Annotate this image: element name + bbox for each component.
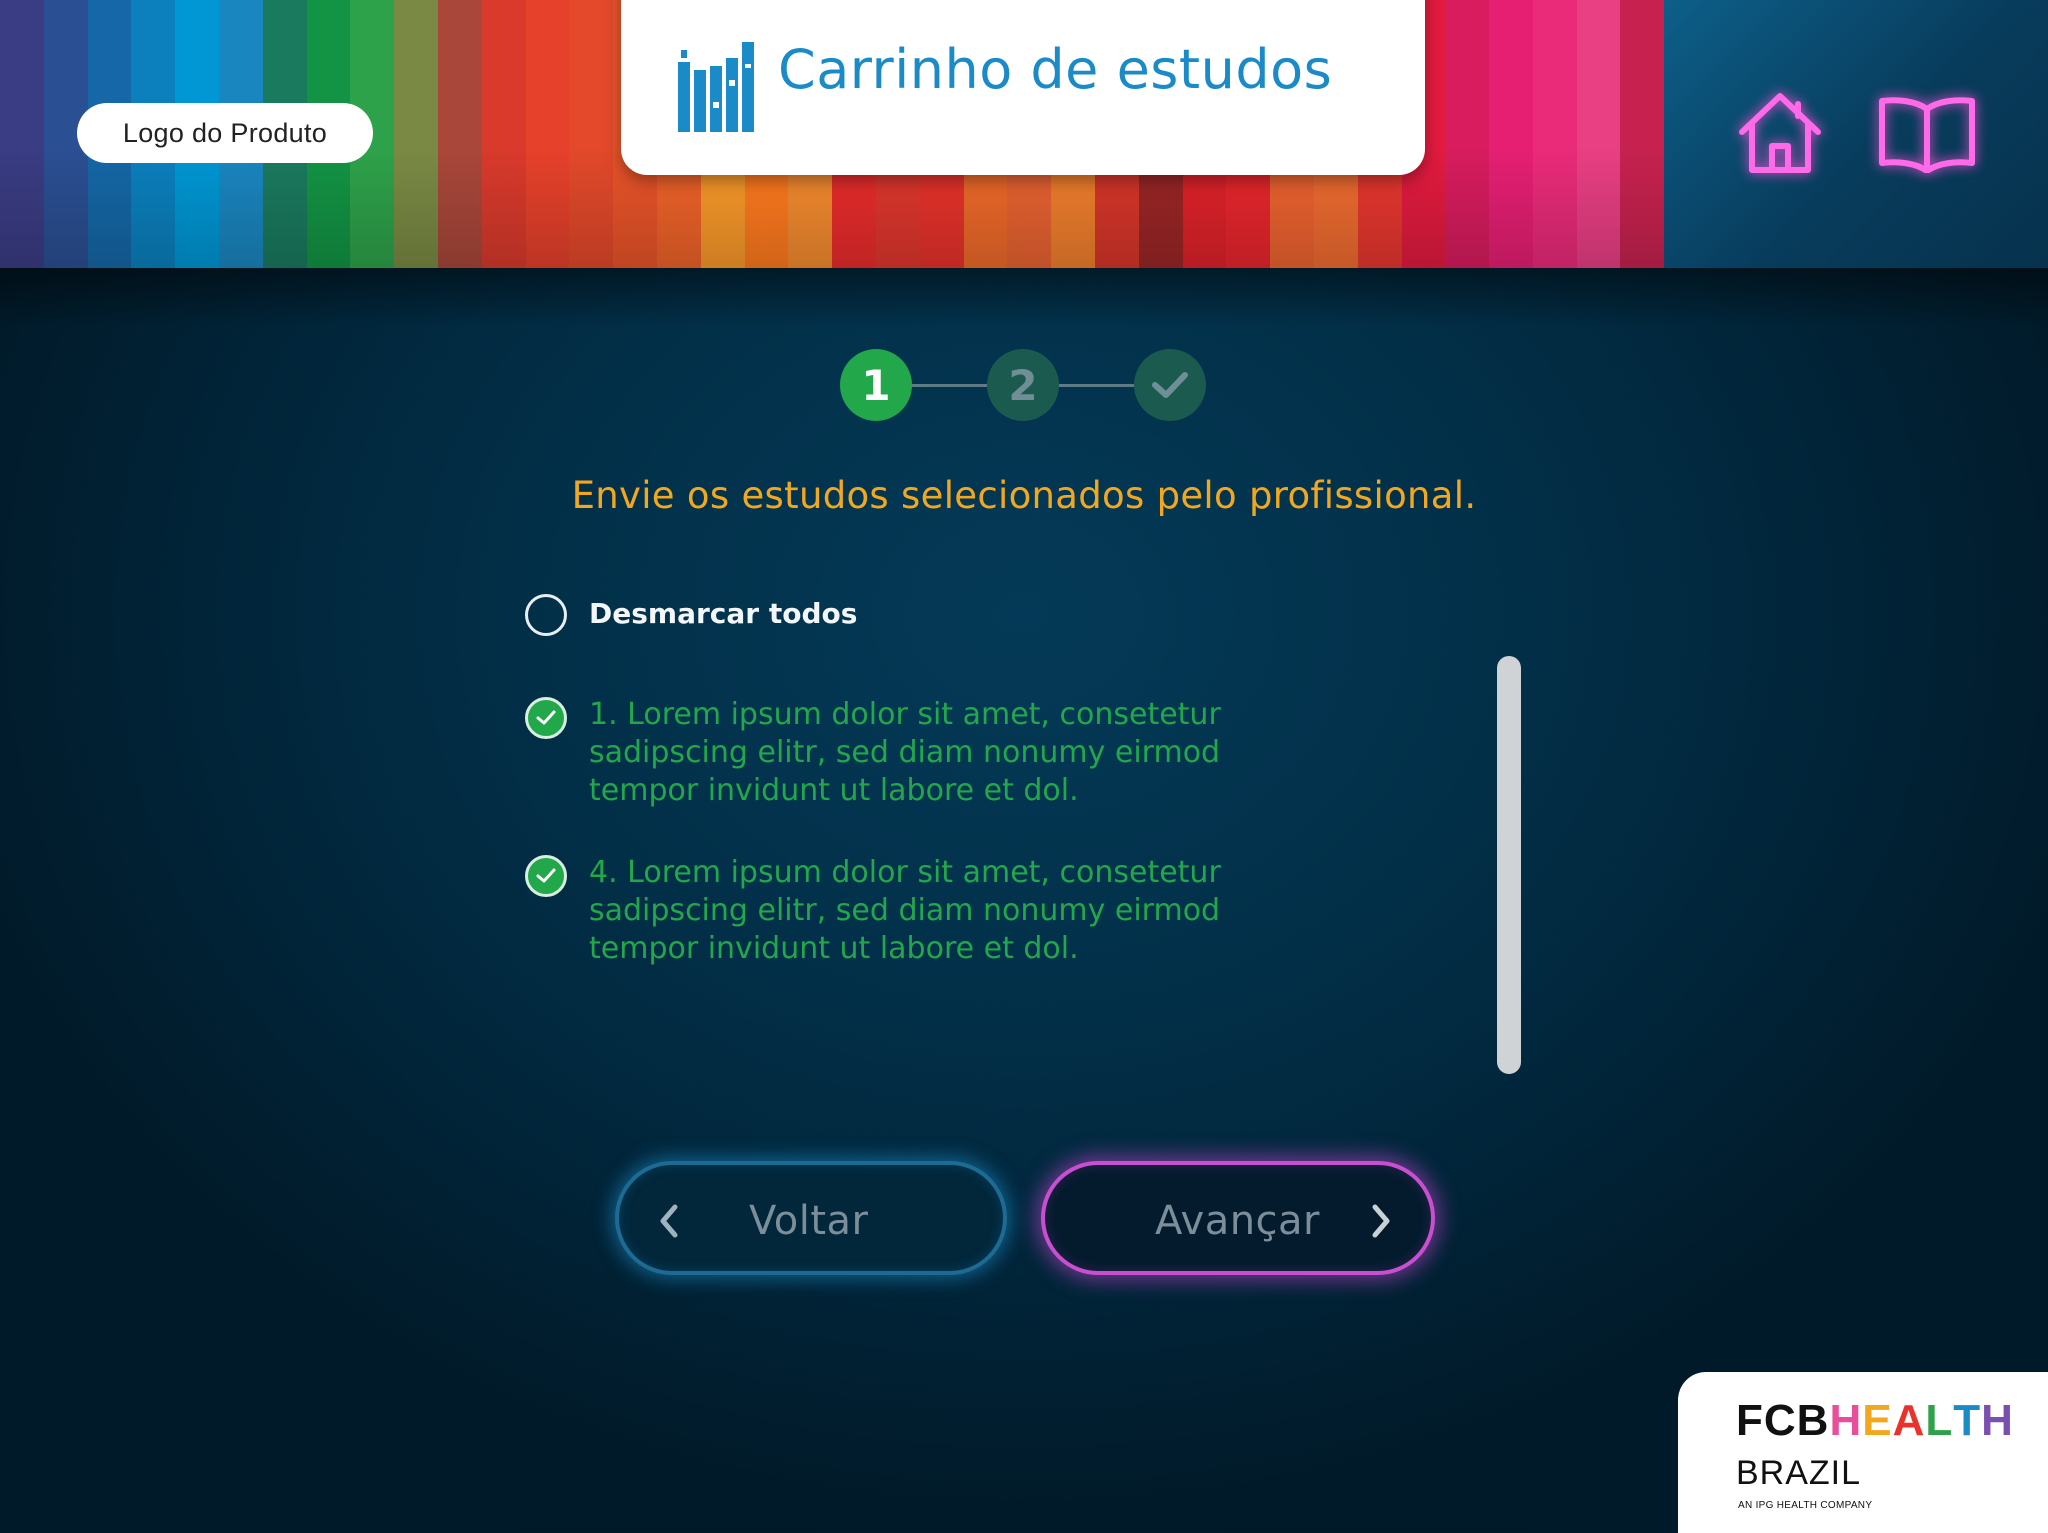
instruction-heading: Envie os estudos selecionados pelo profi… [571,474,1477,517]
step-2: 2 [987,349,1059,421]
page-title: Carrinho de estudos [778,38,1333,101]
color-stripe [0,0,44,268]
list-scrollbar[interactable] [1497,656,1521,1074]
color-stripe [1445,0,1490,268]
next-button[interactable]: Avançar [1041,1161,1435,1275]
back-button-label: Voltar [749,1198,869,1244]
stepper-connector [1057,384,1137,387]
product-logo: Logo do Produto [77,103,373,163]
header-shadow [0,268,2048,328]
title-card: Carrinho de estudos [621,0,1425,175]
agency-logo-health: HEALTH [1829,1396,2014,1445]
check-icon [536,710,556,725]
next-button-label: Avançar [1155,1198,1321,1244]
home-button[interactable] [1730,88,1830,178]
home-icon [1739,93,1821,173]
agency-tagline: AN IPG HEALTH COMPANY [1738,1500,1873,1511]
books-icon [678,42,754,132]
study-4-checkbox[interactable] [525,855,567,897]
agency-country: BRAZIL [1736,1454,1862,1492]
color-stripe [394,0,438,268]
study-4-text[interactable]: 4. Lorem ipsum dolor sit amet, consetetu… [589,854,1309,968]
stepper-connector [910,384,990,387]
color-stripe [569,0,614,268]
step-1: 1 [840,349,912,421]
header-right-panel [1664,0,2048,268]
study-1-checkbox[interactable] [525,697,567,739]
check-icon [1152,372,1188,398]
color-stripe [1576,0,1621,268]
agency-logo-card: FCBHEALTH BRAZIL AN IPG HEALTH COMPANY [1678,1372,2048,1533]
deselect-all-radio[interactable] [525,594,567,636]
progress-stepper: 1 2 [840,349,1206,421]
color-stripe [481,0,526,268]
step-complete [1134,349,1206,421]
color-stripe [525,0,570,268]
study-1-text[interactable]: 1. Lorem ipsum dolor sit amet, consetetu… [589,696,1309,810]
color-stripe [437,0,482,268]
library-button[interactable] [1875,88,1979,178]
agency-logo: FCBHEALTH [1736,1396,2014,1445]
color-stripe [1489,0,1533,268]
back-button[interactable]: Voltar [615,1161,1007,1275]
color-stripe [1532,0,1577,268]
chevron-left-icon [660,1204,678,1238]
check-icon [536,868,556,883]
book-icon [1879,97,1975,173]
chevron-right-icon [1372,1204,1390,1238]
color-stripe [1620,0,1665,268]
deselect-all-label[interactable]: Desmarcar todos [589,597,857,630]
